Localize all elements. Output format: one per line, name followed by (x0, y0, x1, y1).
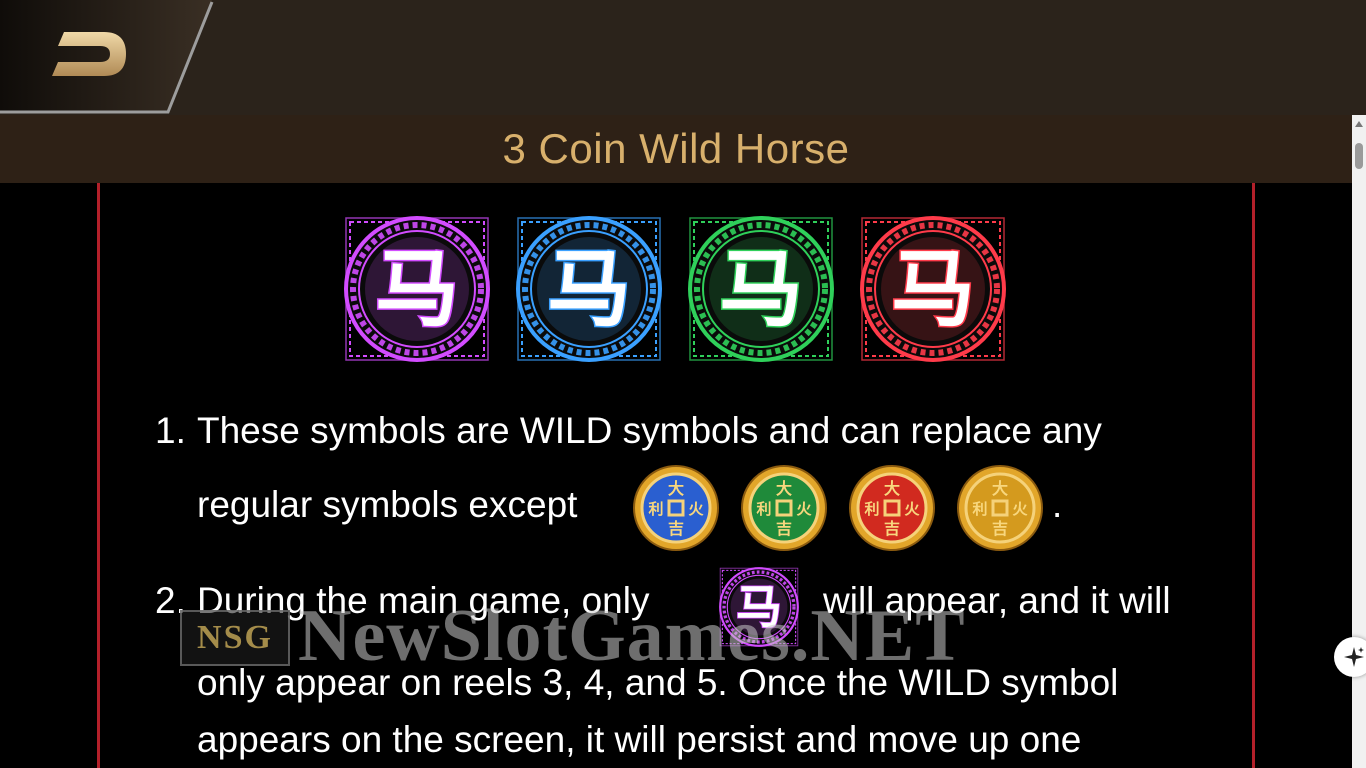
svg-text:吉: 吉 (884, 519, 900, 538)
rule-2-line-1b: will appear, and it will (823, 580, 1171, 621)
blue-horse-wild: 马 (514, 214, 664, 364)
panel-border-left (97, 183, 100, 768)
rule-1-line-1: These symbols are WILD symbols and can r… (197, 410, 1102, 451)
page-title: 3 Coin Wild Horse (502, 125, 850, 172)
svg-text:利: 利 (972, 500, 987, 518)
scroll-thumb[interactable] (1355, 143, 1363, 169)
title-banner: 3 Coin Wild Horse (0, 115, 1352, 183)
svg-text:火: 火 (688, 500, 704, 518)
top-bar (0, 0, 1366, 115)
rule-2-line-2: only appear on reels 3, 4, and 5. Once t… (197, 662, 1119, 703)
panel-border-right (1252, 183, 1255, 768)
rule-2-line-1a: During the main game, only (197, 580, 650, 621)
svg-text:马: 马 (719, 240, 803, 338)
svg-text:火: 火 (904, 500, 920, 518)
svg-text:吉: 吉 (776, 519, 792, 538)
svg-text:吉: 吉 (668, 519, 684, 538)
green-coin: 大利 火吉 (740, 464, 828, 552)
gold-coin: 大利 火吉 (956, 464, 1044, 552)
rule-2-line-3: appears on the screen, it will persist a… (197, 719, 1082, 760)
svg-text:火: 火 (1012, 500, 1028, 518)
svg-text:利: 利 (756, 500, 771, 518)
back-button[interactable] (0, 0, 220, 115)
svg-text:利: 利 (864, 500, 879, 518)
inline-wild-symbol: 马 (718, 566, 800, 648)
side-action-button[interactable] (1334, 637, 1366, 677)
rule-1-end: . (1052, 484, 1063, 525)
svg-text:大: 大 (776, 479, 792, 498)
red-horse-wild: 马 (858, 214, 1008, 364)
red-coin: 大利 火吉 (848, 464, 936, 552)
svg-text:大: 大 (884, 479, 900, 498)
svg-text:大: 大 (992, 479, 1008, 498)
svg-text:吉: 吉 (992, 519, 1008, 538)
rule-2-number: 2. (155, 580, 186, 621)
svg-text:大: 大 (668, 479, 684, 498)
svg-text:马: 马 (375, 240, 459, 338)
green-horse-wild: 马 (686, 214, 836, 364)
svg-text:利: 利 (648, 500, 663, 518)
svg-text:马: 马 (736, 580, 782, 634)
svg-text:马: 马 (547, 240, 631, 338)
scroll-up-arrow[interactable] (1355, 121, 1363, 127)
back-button-frame (0, 0, 214, 114)
svg-text:马: 马 (891, 240, 975, 338)
rule-1-number: 1. (155, 410, 186, 451)
sparkle-icon (1344, 647, 1364, 667)
svg-text:火: 火 (796, 500, 812, 518)
blue-coin: 大利 火吉 (632, 464, 720, 552)
purple-horse-wild: 马 (342, 214, 492, 364)
rule-1-line-2: regular symbols except (197, 484, 578, 525)
